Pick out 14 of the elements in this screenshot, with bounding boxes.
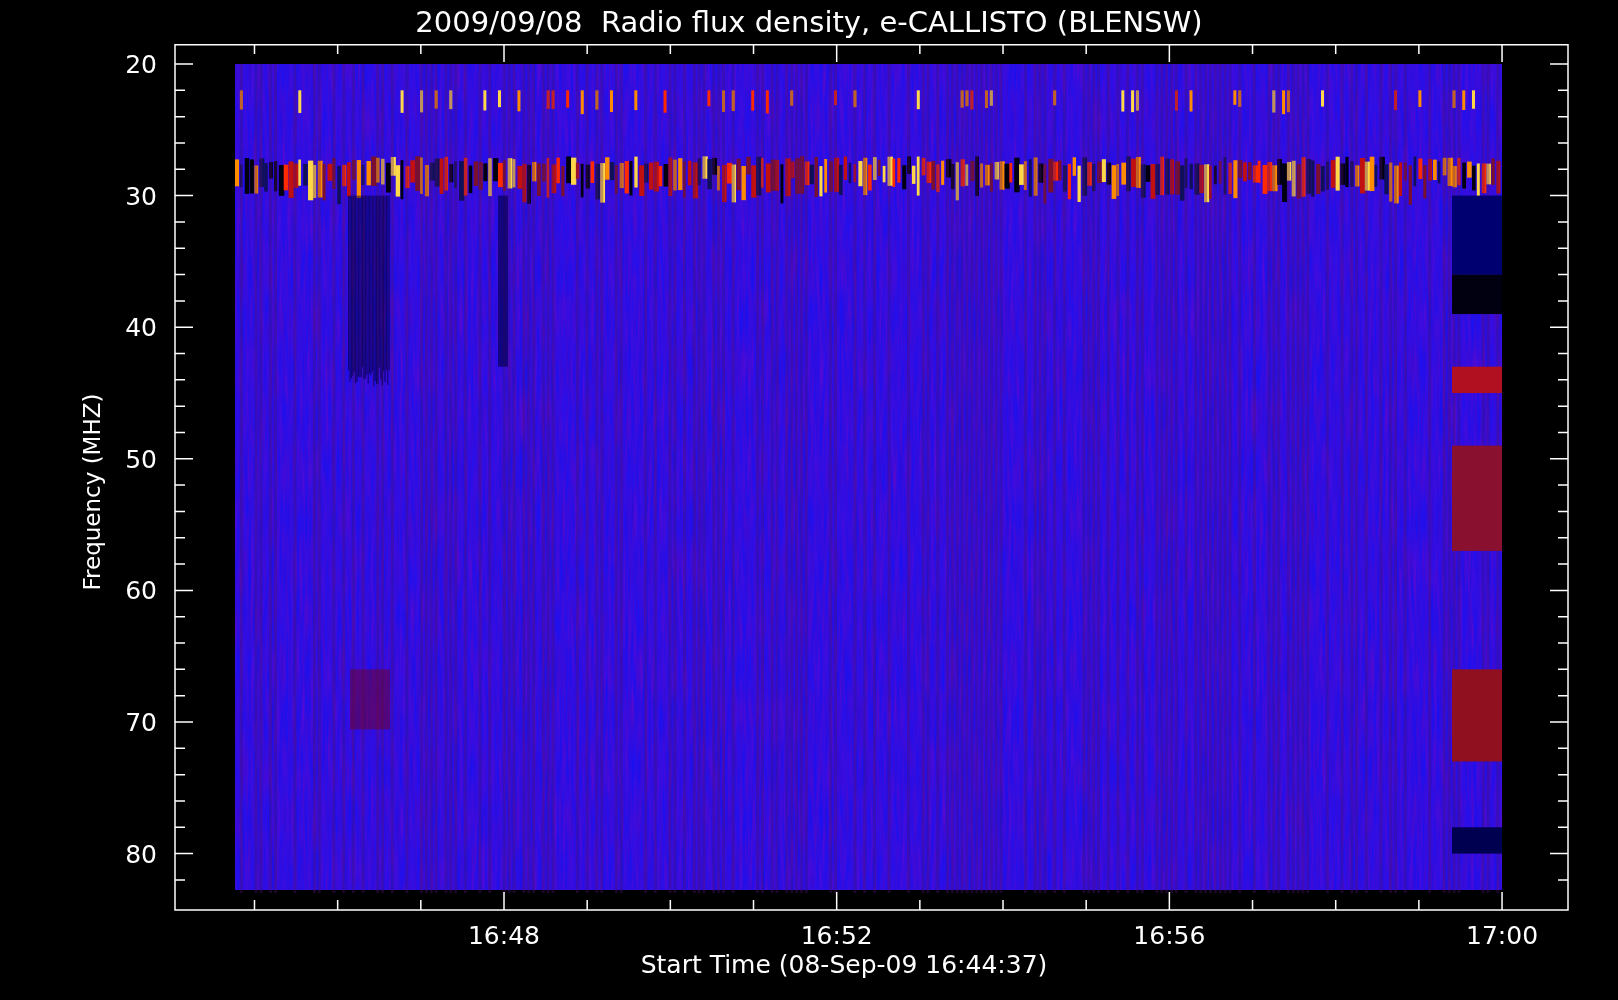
- y-tick-label: 50: [125, 444, 157, 474]
- y-tick-label: 80: [125, 839, 157, 869]
- x-tick-label: 16:52: [800, 921, 873, 950]
- y-tick-label: 70: [125, 708, 157, 737]
- chart-title: 2009/09/08 Radio flux density, e-CALLISTO (BLENSW): [415, 5, 1203, 39]
- y-axis-label: Frequency (MHZ): [79, 393, 105, 591]
- y-tick-label: 30: [125, 181, 157, 211]
- y-tick-label: 40: [125, 313, 157, 343]
- x-tick-label: 17:00: [1466, 921, 1539, 950]
- x-axis-label: Start Time (08-Sep-09 16:44:37): [640, 950, 1048, 979]
- y-tick-label: 20: [125, 50, 157, 79]
- y-tick-label: 60: [125, 576, 157, 606]
- x-tick-label: 16:56: [1133, 921, 1206, 950]
- x-tick-label: 16:48: [468, 921, 540, 950]
